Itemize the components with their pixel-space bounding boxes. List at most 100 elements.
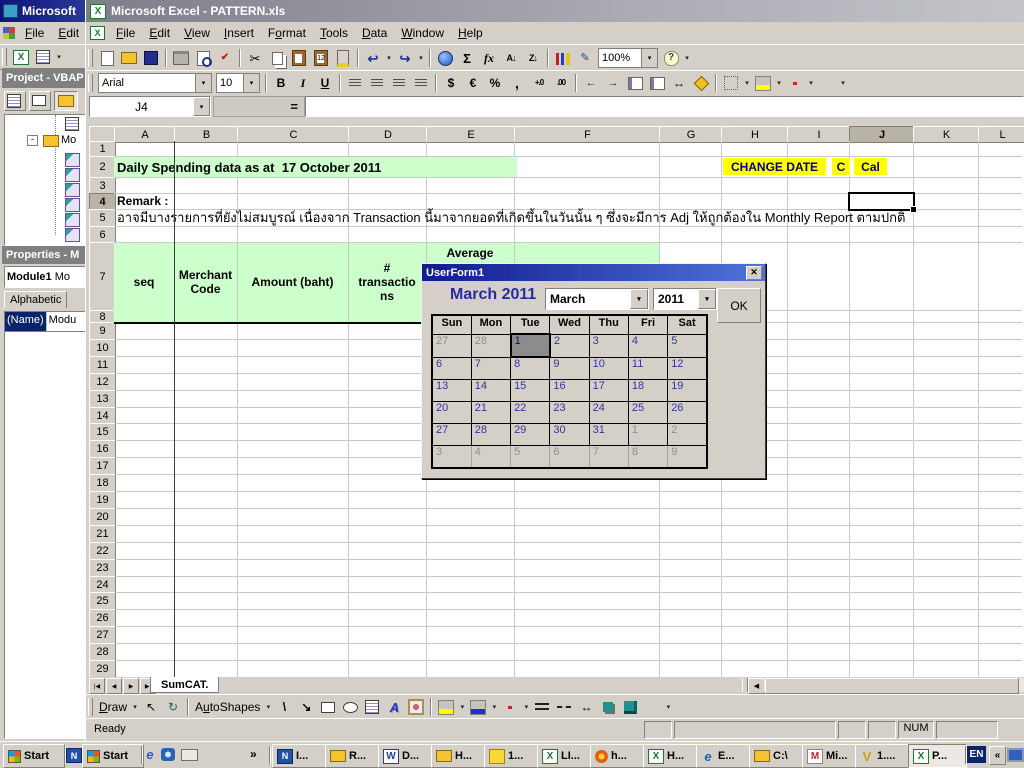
ok-button[interactable]: OK — [717, 288, 761, 323]
chevron-down-icon[interactable]: ▾ — [641, 49, 657, 67]
row-header-11[interactable]: 11 — [89, 356, 116, 374]
comma-style-button[interactable]: , — [506, 73, 528, 93]
chevron-down-icon[interactable]: ▾ — [416, 48, 426, 68]
calendar-day-1[interactable]: 1 — [511, 334, 550, 357]
task-button-1[interactable]: V1.... — [855, 744, 914, 768]
calendar-day-22[interactable]: 22 — [511, 402, 550, 424]
tab-prev-button[interactable]: ◀ — [106, 678, 122, 694]
task-button-C[interactable]: C:\ — [749, 744, 808, 768]
line-style-icon[interactable] — [531, 697, 553, 717]
calendar-day-13[interactable]: 13 — [432, 380, 471, 402]
zoom-combo[interactable]: 100%▾ — [598, 48, 658, 68]
euro-style-button[interactable]: € — [462, 73, 484, 93]
task-button-H[interactable]: XH... — [643, 744, 702, 768]
chevron-down-icon[interactable]: ▾ — [130, 697, 140, 717]
quick-launch-overflow-chevron[interactable]: » — [250, 747, 257, 761]
column-header-H[interactable]: H — [721, 126, 789, 143]
row-header-2[interactable]: 2 — [89, 156, 116, 178]
toggle-folders-button[interactable] — [54, 91, 78, 111]
quick-launch-outlook-icon[interactable] — [161, 748, 175, 761]
chevron-down-icon[interactable]: ▾ — [630, 289, 648, 309]
menu-file[interactable]: File — [109, 23, 142, 43]
task-button-I[interactable]: NI... — [272, 744, 331, 768]
sheet-tab-sumcat[interactable]: SumCAT. — [150, 677, 219, 693]
row-header-23[interactable]: 23 — [89, 559, 116, 577]
custom-tool-4-icon[interactable] — [690, 73, 712, 93]
chevron-down-icon[interactable]: ▾ — [698, 289, 716, 309]
shadow-icon[interactable] — [597, 697, 619, 717]
calendar-day-10[interactable]: 10 — [589, 357, 628, 380]
sort-descending-icon[interactable]: Z↓ — [522, 48, 544, 68]
month-combo[interactable]: March ▾ — [545, 288, 649, 310]
excel-title-bar[interactable]: X Microsoft Excel - PATTERN.xls — [86, 0, 1024, 22]
modules-folder-label[interactable]: Mo — [61, 134, 85, 147]
row-header-29[interactable]: 29 — [89, 660, 116, 677]
row-header-28[interactable]: 28 — [89, 643, 116, 661]
menu-data[interactable]: Data — [355, 23, 394, 43]
row-header-5[interactable]: 5 — [89, 209, 116, 227]
hscroll-track[interactable] — [764, 678, 1024, 692]
tray-collapse-chevron[interactable]: « — [989, 746, 1006, 765]
close-icon[interactable]: ✕ — [746, 266, 762, 280]
column-header-G[interactable]: G — [659, 126, 723, 143]
task-button-P[interactable]: XP... — [908, 744, 967, 768]
insert-hyperlink-icon[interactable] — [434, 48, 456, 68]
start-button[interactable]: Start — [3, 744, 65, 768]
macro-button-c[interactable]: C — [832, 158, 850, 175]
chevron-down-icon[interactable]: ▾ — [243, 74, 259, 92]
calendar-day-12[interactable]: 12 — [668, 357, 707, 380]
print-icon[interactable] — [170, 48, 192, 68]
calendar-day-21[interactable]: 21 — [471, 402, 510, 424]
spelling-icon[interactable]: ✔ — [214, 48, 236, 68]
help-icon[interactable]: ? — [660, 48, 682, 68]
row-header-24[interactable]: 24 — [89, 576, 116, 594]
view-code-button[interactable] — [4, 91, 26, 111]
increase-indent-button[interactable]: → — [602, 73, 624, 93]
paste-icon[interactable] — [288, 48, 310, 68]
decrease-decimal-button[interactable]: .00 — [550, 73, 572, 93]
align-left-button[interactable] — [344, 73, 366, 93]
row-header-16[interactable]: 16 — [89, 440, 116, 458]
hscroll-left-arrow[interactable]: ◀ — [748, 678, 765, 694]
name-box[interactable]: J4 ▾ — [89, 96, 211, 117]
autoshapes-menu-button[interactable]: AutoShapes — [192, 697, 263, 717]
module-node-icon[interactable] — [65, 153, 80, 167]
chevron-down-icon[interactable]: ▾ — [521, 697, 531, 717]
align-right-button[interactable] — [388, 73, 410, 93]
row-header-13[interactable]: 13 — [89, 390, 116, 408]
save-icon[interactable] — [140, 48, 162, 68]
task-button-R[interactable]: R... — [325, 744, 384, 768]
clip-art-icon[interactable] — [405, 697, 427, 717]
chevron-down-icon[interactable]: ▾ — [774, 73, 784, 93]
more-buttons-icon[interactable] — [641, 697, 663, 717]
menu-edit[interactable]: Edit — [142, 23, 177, 43]
menu-help[interactable]: Help — [451, 23, 490, 43]
calendar-day-3[interactable]: 3 — [589, 334, 628, 357]
new-icon[interactable] — [96, 48, 118, 68]
column-header-F[interactable]: F — [514, 126, 661, 143]
column-header-C[interactable]: C — [237, 126, 350, 143]
calendar-day-6[interactable]: 6 — [550, 446, 589, 469]
decrease-indent-button[interactable]: ← — [580, 73, 602, 93]
row-header-27[interactable]: 27 — [89, 626, 116, 644]
task-button-Mi[interactable]: MMi... — [802, 744, 861, 768]
calendar-day-11[interactable]: 11 — [628, 357, 667, 380]
calendar-day-6[interactable]: 6 — [432, 357, 471, 380]
row-header-4[interactable]: 4 — [89, 193, 116, 210]
calendar-day-23[interactable]: 23 — [550, 402, 589, 424]
properties-panel-caption[interactable]: Properties - M — [2, 246, 90, 264]
fill-color-button[interactable] — [435, 697, 457, 717]
chevron-down-icon[interactable]: ▾ — [806, 73, 816, 93]
quick-launch-ie-icon[interactable]: e — [143, 748, 157, 761]
drawing-icon[interactable]: ✎ — [574, 48, 596, 68]
sort-ascending-icon[interactable]: A↓ — [500, 48, 522, 68]
menu-format[interactable]: Format — [261, 23, 313, 43]
autosum-icon[interactable]: Σ — [456, 48, 478, 68]
arrow-style-icon[interactable]: ↔ — [575, 697, 597, 717]
font-name-combo[interactable]: Arial▾ — [98, 73, 212, 93]
threed-icon[interactable] — [619, 697, 641, 717]
calendar-day-18[interactable]: 18 — [628, 380, 667, 402]
font-color-button[interactable] — [499, 697, 521, 717]
calendar-day-27[interactable]: 27 — [432, 424, 471, 446]
calendar-day-7[interactable]: 7 — [471, 357, 510, 380]
